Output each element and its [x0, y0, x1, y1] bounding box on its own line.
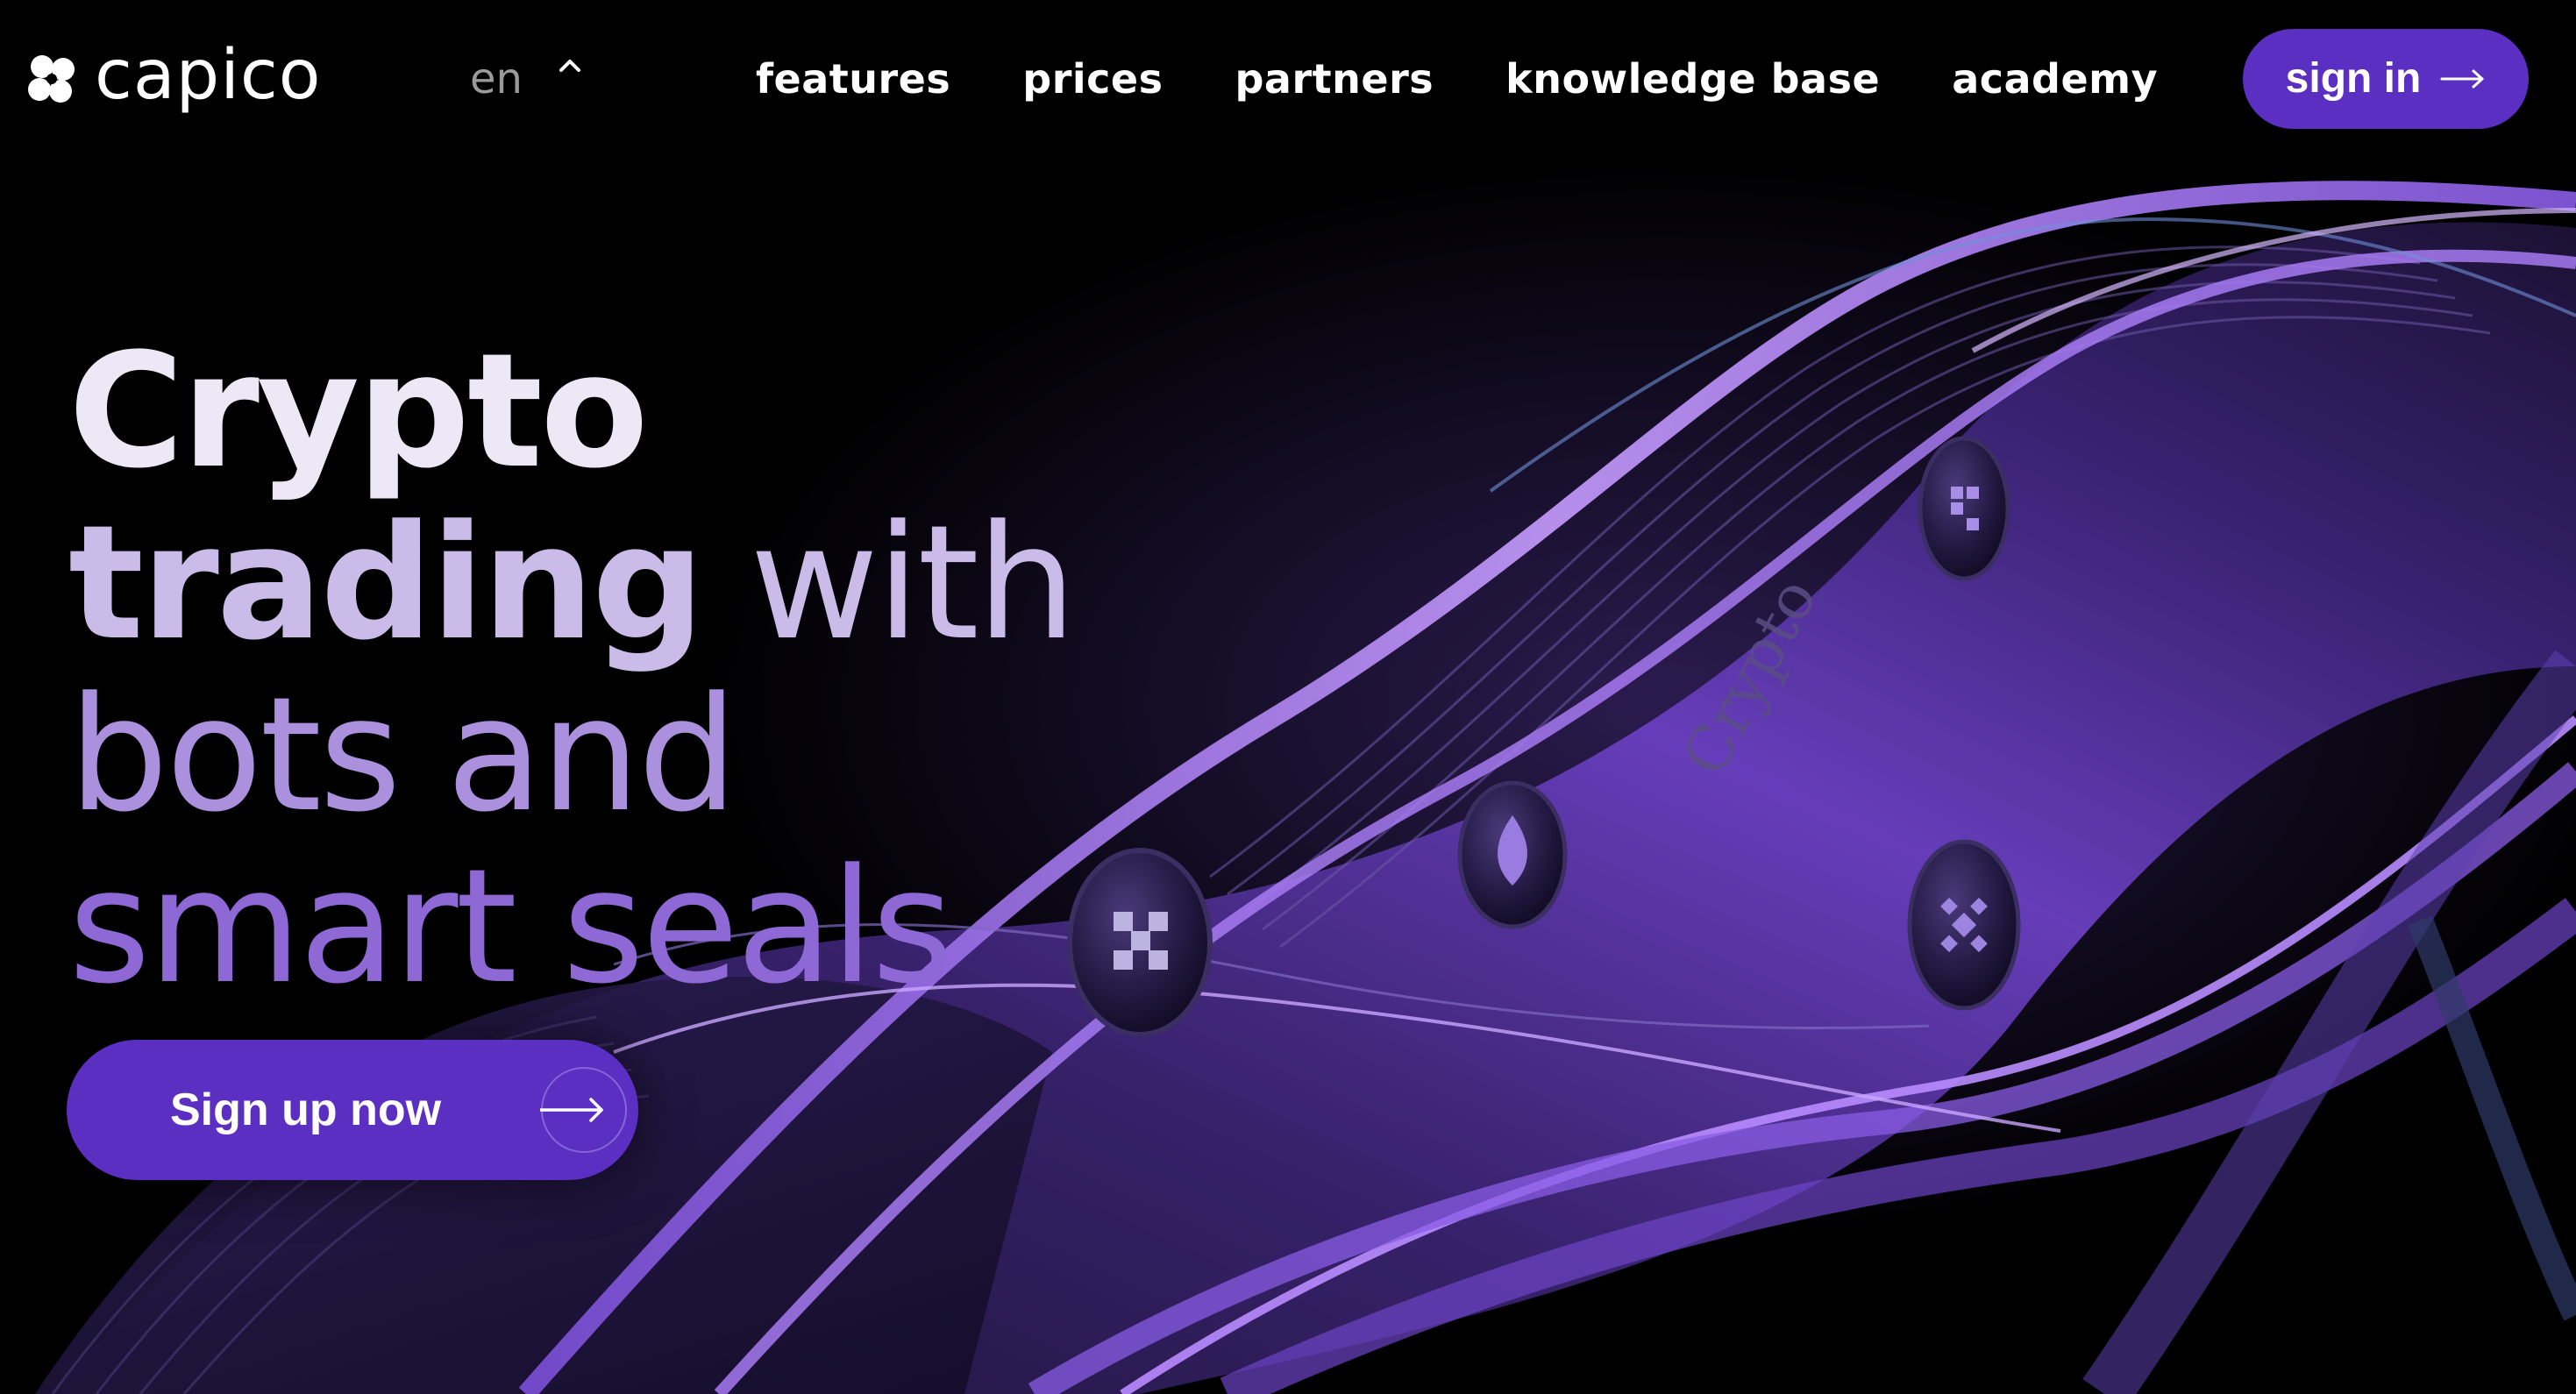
arrow-right-circle-icon — [540, 1067, 627, 1153]
brand-logo[interactable]: capico — [25, 35, 321, 123]
site-header: capico en features prices partners knowl… — [0, 0, 2576, 158]
nav-item-features[interactable]: features — [756, 59, 950, 99]
clover-logo-icon — [28, 55, 75, 103]
nav-item-knowledge-base[interactable]: knowledge base — [1505, 59, 1880, 99]
headline-line-2: trading with — [68, 498, 1077, 670]
nav-item-academy[interactable]: academy — [1952, 59, 2158, 99]
binance-token-icon — [1907, 839, 2021, 1011]
landing-page: Crypto capico en features prices partner… — [0, 0, 2576, 1394]
nav-item-prices[interactable]: prices — [1022, 59, 1163, 99]
headline-line-1: Crypto — [68, 320, 649, 503]
language-selector[interactable]: en — [470, 44, 582, 114]
sign-in-button[interactable]: sign in — [2243, 29, 2529, 129]
headline-word-trading: trading — [68, 492, 705, 675]
flame-token-icon — [1457, 780, 1568, 929]
sign-up-now-button[interactable]: Sign up now — [67, 1040, 638, 1180]
brand-name: capico — [95, 36, 322, 115]
language-current: en — [470, 54, 523, 103]
main-nav: features prices partners knowledge base … — [756, 44, 2158, 114]
hero-headline: Crypto trading with bots and smart seals — [68, 320, 1077, 1019]
headline-line-4: smart seals — [68, 836, 954, 1019]
okx-token-icon — [1067, 848, 1213, 1037]
headline-word-with: with — [701, 492, 1077, 675]
sign-in-label: sign in — [2285, 55, 2422, 102]
nav-item-partners[interactable]: partners — [1235, 59, 1434, 99]
arrow-right-icon — [2440, 69, 2484, 89]
headline-line-3: bots and — [68, 664, 738, 847]
chevron-up-icon — [559, 60, 580, 72]
pixel-token-icon — [1918, 436, 2010, 581]
sign-up-label: Sign up now — [170, 1085, 442, 1135]
